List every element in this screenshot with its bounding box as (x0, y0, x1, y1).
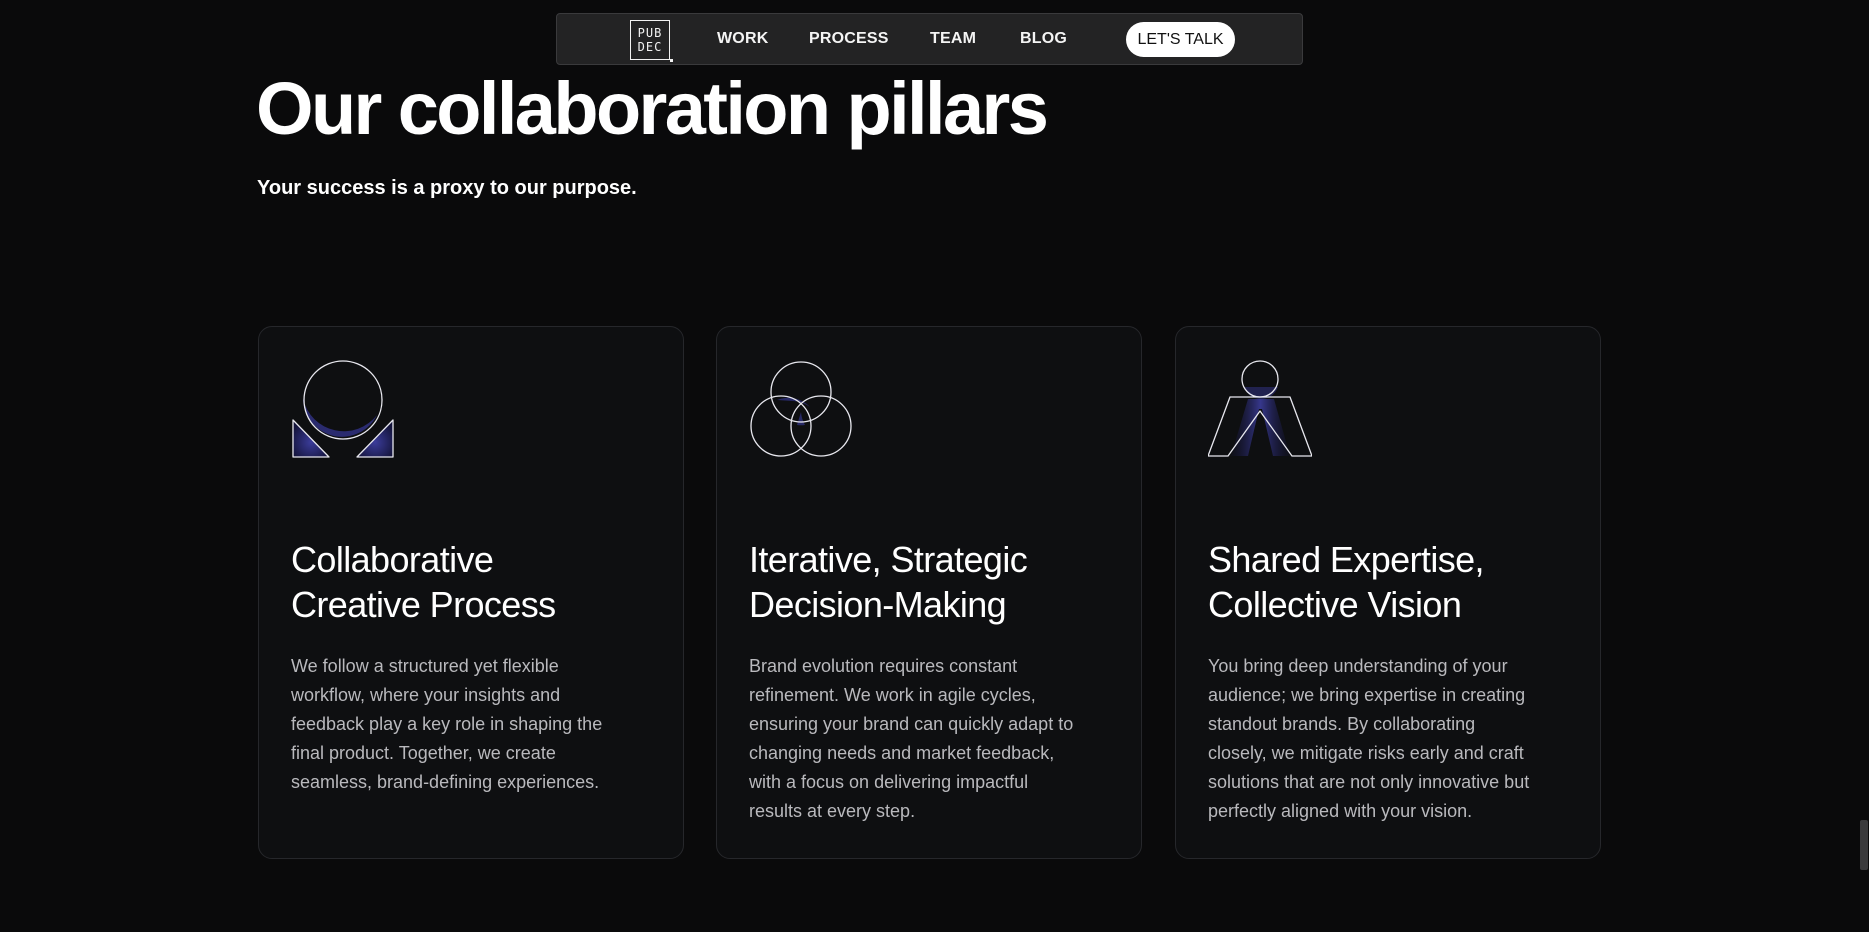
card-title: Iterative, Strategic Decision-Making (749, 537, 1129, 627)
card-text-line: workflow, where your insights and (291, 685, 561, 705)
card-text-line: seamless, brand-defining experiences. (291, 772, 600, 792)
nav-link-work[interactable]: WORK (717, 14, 768, 64)
card-description: You bring deep understanding of your aud… (1208, 652, 1588, 826)
card-title-line: Collaborative (291, 539, 494, 580)
pillar-card-shared-expertise: Shared Expertise, Collective Vision You … (1175, 326, 1601, 859)
three-circles-venn-icon (750, 361, 852, 457)
card-text-line: final product. Together, we create (291, 743, 556, 763)
card-text-line: solutions that are not only innovative b… (1208, 772, 1530, 792)
card-title-line: Decision-Making (749, 584, 1007, 625)
card-text-line: with a focus on delivering impactful (749, 772, 1029, 792)
card-text-line: We follow a structured yet flexible (291, 656, 559, 676)
card-text-line: You bring deep understanding of your (1208, 656, 1508, 676)
lets-talk-button[interactable]: LET'S TALK (1126, 22, 1235, 57)
omega-circle-triangles-icon (292, 360, 394, 458)
card-title-line: Iterative, Strategic (749, 539, 1028, 580)
card-title: Collaborative Creative Process (291, 537, 671, 627)
card-description: Brand evolution requires constant refine… (749, 652, 1129, 826)
card-title-line: Creative Process (291, 584, 556, 625)
pubdec-logo[interactable]: PUB DEC (630, 20, 673, 62)
card-text-line: perfectly aligned with your vision. (1208, 801, 1473, 821)
page-subtitle: Your success is a proxy to our purpose. (257, 177, 637, 199)
card-text-line: audience; we bring expertise in creating (1208, 685, 1526, 705)
logo-text-bottom: DEC (637, 40, 663, 54)
pillar-card-iterative: Iterative, Strategic Decision-Making Bra… (716, 326, 1142, 859)
pillar-card-collaborative: Collaborative Creative Process We follow… (258, 326, 684, 859)
figure-circle-legs-icon (1208, 360, 1312, 457)
card-title-line: Collective Vision (1208, 584, 1462, 625)
nav-link-process[interactable]: PROCESS (809, 14, 889, 64)
logo-text-top: PUB (637, 26, 663, 40)
nav-link-blog[interactable]: BLOG (1020, 14, 1067, 64)
card-text-line: feedback play a key role in shaping the (291, 714, 603, 734)
card-text-line: changing needs and market feedback, (749, 743, 1055, 763)
page-title: Our collaboration pillars (256, 67, 1049, 150)
card-text-line: results at every step. (749, 801, 916, 821)
logo-dot (670, 59, 673, 62)
card-text-line: ensuring your brand can quickly adapt to (749, 714, 1074, 734)
card-text-line: Brand evolution requires constant (749, 656, 1018, 676)
card-text-line: refinement. We work in agile cycles, (749, 685, 1036, 705)
card-text-line: standout brands. By collaborating (1208, 714, 1476, 734)
card-title: Shared Expertise, Collective Vision (1208, 537, 1588, 627)
card-text-line: closely, we mitigate risks early and cra… (1208, 743, 1524, 763)
card-title-line: Shared Expertise, (1208, 539, 1485, 580)
scrollbar-track[interactable] (1859, 0, 1869, 932)
scrollbar-thumb[interactable] (1860, 820, 1868, 870)
top-nav: PUB DEC WORK PROCESS TEAM BLOG LET'S TAL… (556, 13, 1303, 65)
nav-link-team[interactable]: TEAM (930, 14, 976, 64)
card-description: We follow a structured yet flexible work… (291, 652, 671, 797)
